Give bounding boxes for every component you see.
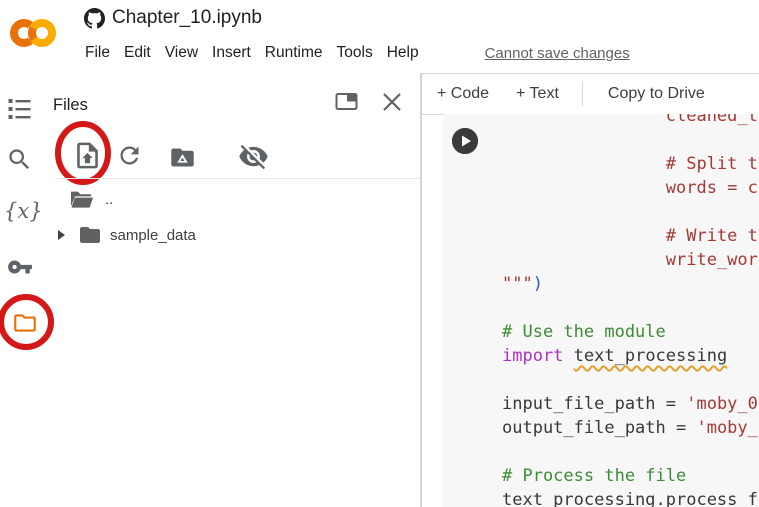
- toolbar-separator: [582, 81, 583, 107]
- toggle-hidden-files-icon[interactable]: [238, 141, 269, 172]
- expand-arrow-icon[interactable]: [57, 229, 66, 241]
- add-code-button[interactable]: + Code: [437, 85, 489, 103]
- refresh-icon[interactable]: [116, 142, 143, 169]
- code-line: write_wor: [502, 248, 758, 272]
- save-status-link[interactable]: Cannot save changes: [485, 45, 630, 62]
- mount-drive-icon[interactable]: [167, 144, 198, 171]
- code-line: [502, 128, 758, 152]
- colab-logo[interactable]: [9, 12, 57, 54]
- search-icon[interactable]: [6, 146, 33, 173]
- code-line: [502, 200, 758, 224]
- menu-insert[interactable]: Insert: [212, 44, 251, 62]
- files-panel-title: Files: [53, 96, 88, 115]
- code-line: """): [502, 272, 758, 296]
- menu-bar: File Edit View Insert Runtime Tools Help…: [85, 44, 630, 62]
- run-cell-button[interactable]: [452, 128, 478, 154]
- code-editor[interactable]: cleaned_t # Split t words = c # Write t …: [502, 114, 758, 507]
- menu-runtime[interactable]: Runtime: [265, 44, 323, 62]
- add-text-button[interactable]: + Text: [516, 85, 559, 103]
- menu-help[interactable]: Help: [387, 44, 419, 62]
- folder-icon: [77, 224, 103, 246]
- tree-row-parent-dir[interactable]: ..: [68, 189, 113, 210]
- code-line: # Process the file: [502, 464, 758, 488]
- table-of-contents-icon[interactable]: [7, 98, 32, 120]
- code-line: # Write t: [502, 224, 758, 248]
- files-panel-divider: [55, 178, 420, 179]
- menu-view[interactable]: View: [165, 44, 198, 62]
- code-line: # Split t: [502, 152, 758, 176]
- files-tab-icon[interactable]: [11, 310, 39, 336]
- play-icon: [452, 128, 478, 154]
- code-line: input_file_path = 'moby_0: [502, 392, 758, 416]
- tree-label-parent-dir: ..: [105, 191, 113, 208]
- code-line: [502, 368, 758, 392]
- folder-open-icon: [68, 189, 95, 210]
- tree-row-sample-data[interactable]: sample_data: [57, 224, 196, 246]
- copy-to-drive-button[interactable]: Copy to Drive: [608, 85, 705, 103]
- code-line: text_processing.process_f: [502, 488, 758, 507]
- github-icon: [84, 8, 105, 29]
- notebook-title[interactable]: Chapter_10.ipynb: [112, 7, 262, 29]
- code-line: [502, 296, 758, 320]
- code-line: [502, 440, 758, 464]
- menu-tools[interactable]: Tools: [337, 44, 373, 62]
- code-line: cleaned_t: [502, 114, 758, 128]
- notebook-toolbar: + Code + Text Copy to Drive: [422, 73, 759, 115]
- code-cell: cleaned_t # Split t words = c # Write t …: [443, 114, 759, 507]
- variables-icon[interactable]: {x}: [4, 199, 43, 223]
- tree-label-sample-data: sample_data: [110, 227, 196, 244]
- code-line: import text_processing: [502, 344, 758, 368]
- code-line: output_file_path = 'moby_: [502, 416, 758, 440]
- code-line: words = c: [502, 176, 758, 200]
- close-icon[interactable]: [380, 90, 404, 114]
- upload-file-icon[interactable]: [72, 139, 103, 172]
- menu-file[interactable]: File: [85, 44, 110, 62]
- secrets-key-icon[interactable]: [5, 254, 35, 280]
- menu-edit[interactable]: Edit: [124, 44, 151, 62]
- open-in-tab-icon[interactable]: [334, 90, 360, 114]
- panel-divider-vertical[interactable]: [420, 73, 422, 507]
- colab-window: Chapter_10.ipynb File Edit View Insert R…: [0, 0, 759, 507]
- code-line: # Use the module: [502, 320, 758, 344]
